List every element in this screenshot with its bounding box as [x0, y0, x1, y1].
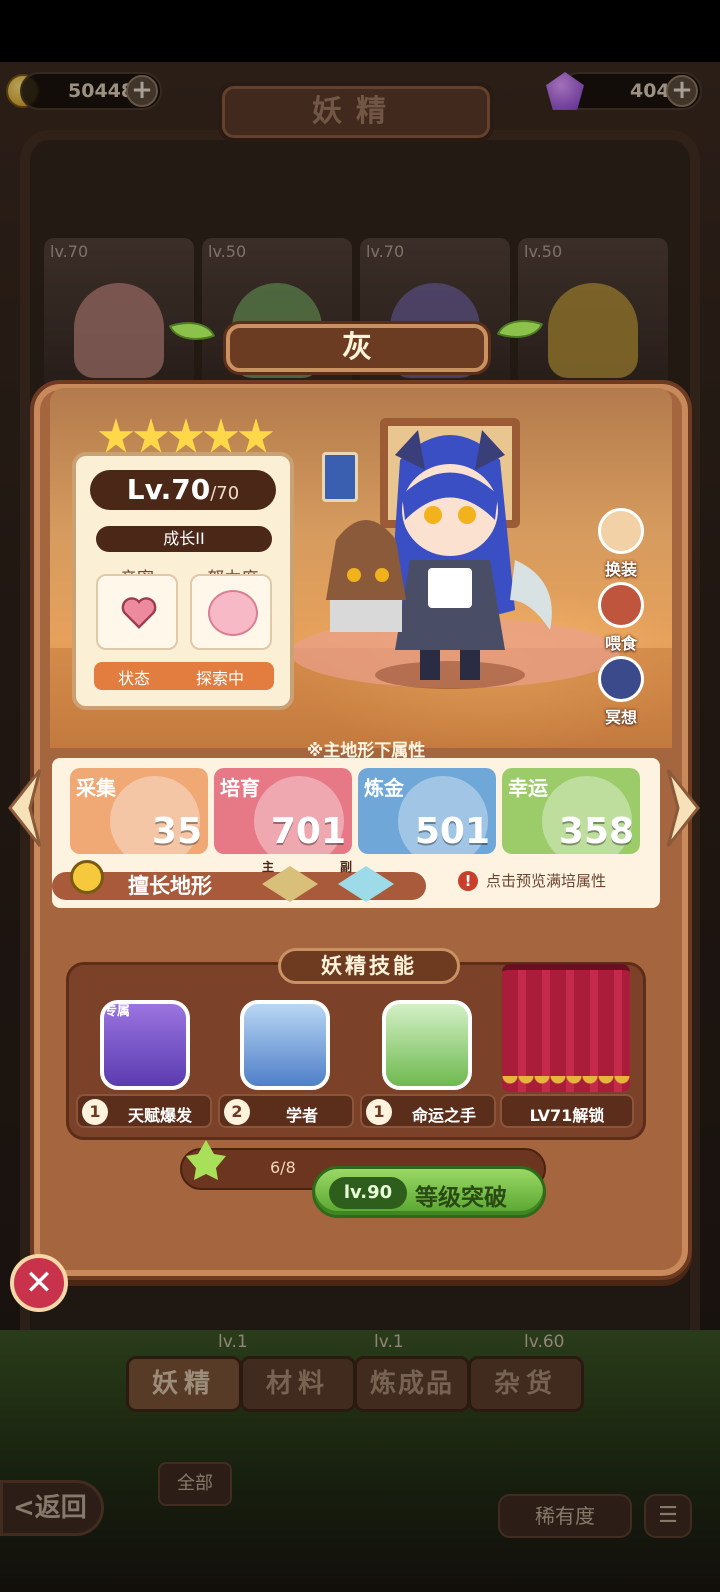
companion-creature — [326, 520, 406, 632]
next-fairy-arrow[interactable] — [664, 766, 704, 850]
close-icon: ✕ — [24, 1263, 54, 1303]
star-icon — [98, 418, 134, 453]
meat-icon — [598, 582, 644, 628]
attribute-gather: 采集 35 — [70, 768, 208, 854]
level-breakthrough-button[interactable]: lv.90 等级突破 — [312, 1166, 546, 1218]
star-icon — [203, 418, 239, 453]
fairy-name: 灰 — [342, 330, 372, 365]
terrain-label: 擅长地形 — [128, 874, 212, 898]
level-max: /70 — [210, 483, 240, 504]
breakthrough-level: lv.90 — [329, 1177, 407, 1209]
tarot-card-icon — [322, 452, 358, 502]
terrain-main-tag: 主 — [262, 860, 275, 874]
star-icon — [238, 418, 274, 453]
state-label: 状态 — [118, 669, 151, 688]
preview-full-attributes-link[interactable]: 点击预览满培属性 — [486, 870, 606, 891]
state-bar: 状态 探索中 — [94, 662, 274, 690]
state-value: 探索中 — [196, 669, 245, 688]
skill-label: 1 命运之手 — [360, 1094, 496, 1128]
feed-button[interactable]: 喂食 — [594, 582, 648, 654]
close-button[interactable]: ✕ — [10, 1254, 68, 1312]
growth-stage: 成长II — [96, 526, 272, 552]
sprout-icon — [70, 860, 104, 894]
blush-face-icon — [208, 590, 258, 636]
attribute-luck: 幸运 358 — [502, 768, 640, 854]
scholar-skill-icon[interactable] — [240, 1000, 330, 1090]
skill-label: 1 天赋爆发 — [76, 1094, 212, 1128]
change-outfit-button[interactable]: 换装 — [594, 508, 648, 580]
hand-of-fate-skill-icon[interactable] — [382, 1000, 472, 1090]
star-rating — [98, 418, 274, 464]
level-value: Lv.70 — [126, 473, 211, 506]
star-icon — [168, 418, 204, 453]
locked-skill-curtain — [502, 964, 630, 1092]
skills-title: 妖精技能 — [278, 948, 460, 984]
exclusive-tag: 专属 — [104, 1004, 131, 1019]
cycle-icon — [598, 656, 644, 702]
intimacy-box[interactable] — [96, 574, 178, 650]
breakthrough-count: 6/8 — [270, 1158, 296, 1177]
status-bar — [0, 0, 720, 62]
attribute-nurture: 培育 701 — [214, 768, 352, 854]
breakthrough-label: 等级突破 — [415, 1185, 507, 1211]
terrain-sub-tag: 副 — [340, 860, 353, 874]
fairy-name-banner: 灰 — [226, 324, 488, 372]
effort-box[interactable] — [190, 574, 272, 650]
attribute-alchemy: 炼金 501 — [358, 768, 496, 854]
skill-label: 2 学者 — [218, 1094, 354, 1128]
alert-icon: ! — [458, 871, 478, 891]
star-icon — [133, 418, 169, 453]
meditate-button[interactable]: 冥想 — [594, 656, 648, 728]
previous-fairy-arrow[interactable] — [4, 766, 44, 850]
heart-icon — [121, 597, 157, 629]
locked-skill-label: LV71解锁 — [500, 1094, 634, 1128]
level-display: Lv.70/70 — [90, 470, 276, 510]
outfit-icon — [598, 508, 644, 554]
